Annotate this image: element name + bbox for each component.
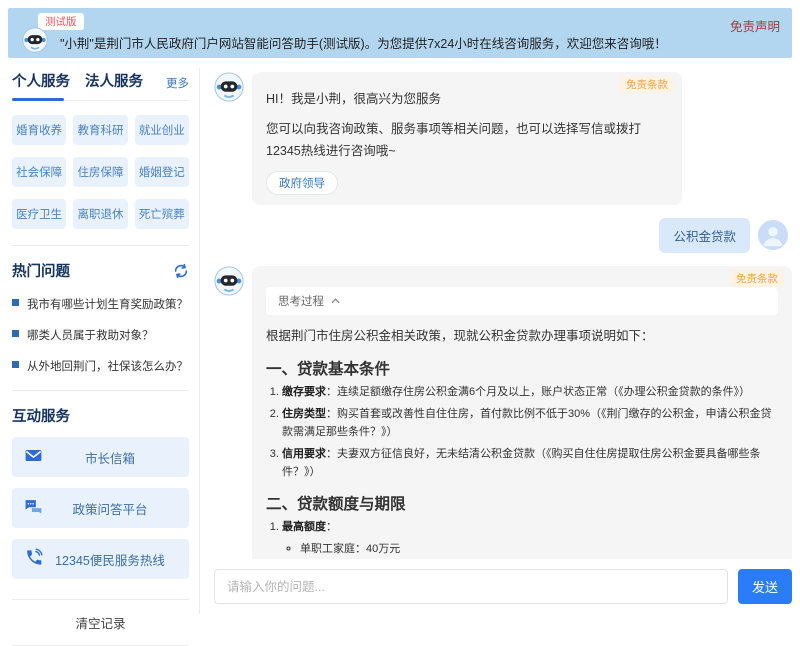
service-grid: 婚育收养 教育科研 就业创业 社会保障 住房保障 婚姻登记 医疗卫生 离职退休 … [12, 115, 189, 229]
user-message: 公积金贷款 [218, 218, 788, 253]
phone-icon [24, 548, 43, 570]
service-item[interactable]: 就业创业 [135, 115, 189, 145]
service-item[interactable]: 婚姻登记 [135, 157, 189, 187]
hot-questions-title: 热门问题 [12, 260, 70, 281]
disclaimer-link[interactable]: 免责声明 [730, 16, 780, 35]
square-bullet-icon [12, 361, 19, 368]
answer-section2-title: 二、贷款额度与期限 [266, 492, 778, 514]
bot-message-greeting: 免责条款 HI！我是小荆，很高兴为您服务 您可以向我咨询政策、服务事项等相关问题… [214, 72, 792, 205]
refresh-icon[interactable] [173, 263, 189, 279]
hot-question[interactable]: 我市有哪些计划生育奖励政策？ [12, 296, 189, 312]
service-item[interactable]: 婚育收养 [12, 115, 66, 145]
greeting-line1: HI！我是小荆，很高兴为您服务 [266, 89, 668, 111]
list-item: 缴存要求：连续足额缴存住房公积金满6个月及以上，账户状态正常（《办理公积金贷款的… [282, 383, 778, 401]
chat-input-bar: 发送 [214, 559, 792, 614]
bot-bubble: 免责条款 思考过程 根据荆门市住房公积金相关政策，现就公积金贷款办理事项说明如下… [252, 266, 792, 559]
answer-intro: 根据荆门市住房公积金相关政策，现就公积金贷款办理事项说明如下： [266, 326, 778, 346]
amount-sublist: 单职工家庭：40万元 双职工家庭：60万元 硕士研究生最高可贷105万（《招硕引… [282, 540, 778, 559]
answer-section1-title: 一、贷款基本条件 [266, 357, 778, 379]
policy-qa-button[interactable]: 政策问答平台 [12, 488, 189, 528]
hot-question-text: 从外地回荆门，社保该怎么办？ [27, 358, 188, 374]
bot-bubble: 免责条款 HI！我是小荆，很高兴为您服务 您可以向我咨询政策、服务事项等相关问题… [252, 72, 682, 205]
disclaimer-tag[interactable]: 免责条款 [620, 76, 674, 93]
divider [12, 245, 189, 246]
message-list: 免责条款 HI！我是小荆，很高兴为您服务 您可以向我咨询政策、服务事项等相关问题… [214, 72, 792, 559]
hot-question[interactable]: 哪类人员属于救助对象？ [12, 327, 189, 343]
square-bullet-icon [12, 299, 19, 306]
service-item[interactable]: 住房保障 [73, 157, 127, 187]
service-item[interactable]: 社会保障 [12, 157, 66, 187]
disclaimer-tag[interactable]: 免责条款 [730, 270, 784, 287]
hot-question-text: 我市有哪些计划生育奖励政策？ [27, 296, 188, 312]
robot-avatar-icon [214, 72, 244, 102]
service-tabs: 个人服务 法人服务 更多 [12, 70, 189, 101]
question-input[interactable] [214, 569, 728, 604]
divider [12, 390, 189, 391]
tab-legal-services[interactable]: 法人服务 [85, 70, 143, 100]
interactive-services-title: 互动服务 [12, 405, 70, 426]
list-item: 住房类型：购买首套或改善性自住住房，首付款比例不低于30%（《荆门缴存的公积金，… [282, 405, 778, 441]
user-avatar-icon [758, 220, 788, 250]
sidebar: 个人服务 法人服务 更多 婚育收养 教育科研 就业创业 社会保障 住房保障 婚姻… [8, 68, 200, 614]
mail-icon [24, 446, 43, 468]
robot-avatar-icon [22, 27, 48, 53]
list-item: 单职工家庭：40万元 [300, 540, 778, 558]
thinking-process-label: 思考过程 [278, 293, 324, 309]
square-bullet-icon [12, 330, 19, 337]
service-item[interactable]: 离职退休 [73, 199, 127, 229]
hotline-label: 12345便民服务热线 [43, 550, 177, 569]
thinking-process-toggle[interactable]: 思考过程 [266, 287, 778, 315]
banner-intro-text: "小荆"是荆门市人民政府门户网站智能问答助手(测试版)。为您提供7x24小时在线… [60, 33, 667, 52]
mayor-mailbox-button[interactable]: 市长信箱 [12, 437, 189, 477]
mayor-mailbox-label: 市长信箱 [43, 448, 177, 467]
user-bubble: 公积金贷款 [659, 218, 750, 253]
clear-history-button[interactable]: 清空记录 [12, 600, 189, 646]
chevron-up-icon [331, 295, 340, 307]
tab-personal-services[interactable]: 个人服务 [12, 70, 70, 100]
quick-reply-gov-leaders[interactable]: 政府领导 [266, 171, 338, 195]
loan-conditions-list: 缴存要求：连续足额缴存住房公积金满6个月及以上，账户状态正常（《办理公积金贷款的… [266, 383, 778, 482]
robot-avatar-icon [214, 266, 244, 296]
service-item[interactable]: 死亡殡葬 [135, 199, 189, 229]
chat-panel: 免责条款 HI！我是小荆，很高兴为您服务 您可以向我咨询政策、服务事项等相关问题… [200, 68, 792, 614]
send-button[interactable]: 发送 [738, 569, 792, 604]
bot-message-answer: 免责条款 思考过程 根据荆门市住房公积金相关政策，现就公积金贷款办理事项说明如下… [214, 266, 792, 559]
policy-qa-label: 政策问答平台 [43, 499, 177, 518]
top-banner: 测试版 "小荆"是荆门市人民政府门户网站智能问答助手(测试版)。为您提供7x24… [8, 8, 792, 58]
hotline-button[interactable]: 12345便民服务热线 [12, 539, 189, 579]
list-item: 信用要求：夫妻双方征信良好，无未结清公积金贷款（《购买自住住房提取住房公积金要具… [282, 445, 778, 481]
service-item[interactable]: 教育科研 [73, 115, 127, 145]
hot-question-text: 哪类人员属于救助对象？ [27, 327, 154, 343]
chat-icon [24, 497, 43, 519]
service-item[interactable]: 医疗卫生 [12, 199, 66, 229]
hot-question[interactable]: 从外地回荆门，社保该怎么办？ [12, 358, 189, 374]
greeting-line2: 您可以向我咨询政策、服务事项等相关问题，也可以选择写信或拨打12345热线进行咨… [266, 119, 668, 163]
list-item: 最高额度： 单职工家庭：40万元 双职工家庭：60万元 硕士研究生最高可贷105… [282, 518, 778, 559]
loan-amount-list: 最高额度： 单职工家庭：40万元 双职工家庭：60万元 硕士研究生最高可贷105… [266, 518, 778, 559]
more-link[interactable]: 更多 [166, 75, 189, 100]
